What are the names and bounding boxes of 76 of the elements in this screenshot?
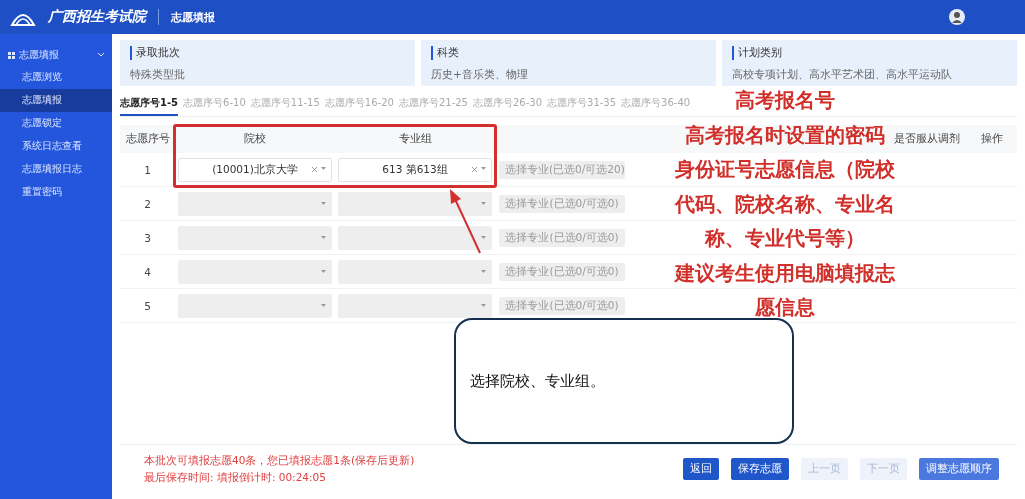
select-major-button[interactable]: 选择专业(已选0/可选0): [499, 262, 625, 281]
caret-icon: [321, 167, 326, 171]
card-label: 计划类别: [732, 46, 1007, 60]
avatar-icon[interactable]: [949, 9, 965, 25]
tab[interactable]: 志愿序号36-40: [621, 92, 691, 116]
select-field[interactable]: [338, 293, 492, 318]
tab[interactable]: 志愿序号11-15: [250, 92, 320, 116]
card-value: 高校专项计划、高水平艺术团、高水平运动队: [732, 68, 953, 82]
footer-note: 最后保存时间: 填报倒计时: 00:24:05: [144, 470, 327, 485]
select-major-button[interactable]: 选择专业(已选0/可选0): [499, 228, 625, 247]
caret-icon: [481, 235, 486, 240]
caret-icon: [321, 269, 326, 274]
table-cell-text: 2: [143, 197, 152, 210]
column-header: 院校: [243, 132, 267, 146]
card-label: 录取批次: [130, 46, 405, 60]
sidebar-item[interactable]: 系统日志查看: [0, 135, 112, 158]
page-title: 志愿填报: [171, 9, 215, 25]
select-field[interactable]: [338, 225, 492, 250]
table-cell-text: 3: [143, 231, 152, 244]
tab[interactable]: 志愿序号21-25: [398, 92, 468, 116]
tab[interactable]: 志愿序号31-35: [547, 92, 617, 116]
chevron-icon: [98, 53, 104, 57]
footer-button[interactable]: 保存志愿: [731, 458, 789, 480]
select-field[interactable]: [338, 191, 492, 216]
sidebar-item[interactable]: 志愿锁定: [0, 112, 112, 135]
select-field[interactable]: (10001)北京大学: [178, 157, 332, 182]
caret-icon: [321, 201, 326, 206]
column-header: 操作: [980, 132, 1004, 146]
tab[interactable]: 志愿序号6-10: [183, 92, 246, 116]
column-header: 志愿序号: [124, 132, 171, 146]
sidebar-group[interactable]: 志愿填报: [0, 44, 112, 66]
footer-button[interactable]: 调整志愿顺序: [919, 458, 999, 480]
annotation-text: 高考报名号: [735, 87, 835, 114]
select-major-button[interactable]: 选择专业(已选0/可选0): [499, 194, 625, 213]
sidebar-item[interactable]: 志愿填报: [0, 89, 112, 112]
footer-note: 本批次可填报志愿40条，您已填报志愿1条(保存后更新): [144, 453, 415, 468]
card-value: 特殊类型批: [130, 68, 186, 82]
table-cell-text: 5: [143, 299, 152, 312]
sidebar-item[interactable]: 志愿填报日志: [0, 158, 112, 181]
select-field[interactable]: [178, 293, 332, 318]
select-major-button[interactable]: 选择专业(已选0/可选0): [499, 296, 625, 315]
select-field[interactable]: [178, 191, 332, 216]
card-value: 历史+音乐类、物理: [431, 68, 529, 82]
clear-icon[interactable]: [472, 167, 477, 172]
select-major-button[interactable]: 选择专业(已选0/可选20): [499, 160, 625, 179]
table-cell-text: 4: [143, 265, 152, 278]
tab[interactable]: 志愿序号26-30: [472, 92, 543, 116]
logo-text: 广西招生考试院: [48, 8, 146, 26]
annotation-text: 身份证号志愿信息（院校: [675, 156, 895, 183]
caret-icon: [481, 269, 486, 274]
caret-icon: [321, 235, 326, 240]
select-field[interactable]: [178, 225, 332, 250]
footer-button[interactable]: 返回: [683, 458, 719, 480]
sidebar-item[interactable]: 重置密码: [0, 181, 112, 204]
callout-text: 选择院校、专业组。: [470, 371, 605, 391]
sidebar-item[interactable]: 志愿浏览: [0, 66, 112, 89]
annotation-text: 建议考生使用电脑填报志: [675, 259, 895, 287]
tab[interactable]: 志愿序号1-5: [120, 92, 179, 116]
caret-icon: [481, 303, 486, 308]
card-label: 科类: [431, 46, 706, 60]
tab[interactable]: 志愿序号16-20: [324, 92, 394, 116]
table-cell-text: 1: [143, 163, 152, 176]
select-field[interactable]: [178, 259, 332, 284]
caret-icon: [481, 167, 486, 171]
caret-icon: [321, 303, 326, 308]
annotation-text: 愿信息: [755, 294, 815, 321]
column-header: 是否服从调剂: [893, 132, 961, 146]
caret-icon: [481, 201, 486, 206]
clear-icon[interactable]: [312, 167, 317, 172]
column-header: 专业组: [397, 132, 433, 146]
annotation-text: 高考报名时设置的密码: [685, 121, 885, 149]
select-field[interactable]: [338, 259, 492, 284]
select-field[interactable]: 613 第613组: [338, 157, 492, 182]
grid-icon: [8, 51, 15, 59]
annotation-text: 称、专业代号等）: [705, 225, 865, 252]
annotation-text: 代码、院校名称、专业名: [675, 190, 895, 218]
